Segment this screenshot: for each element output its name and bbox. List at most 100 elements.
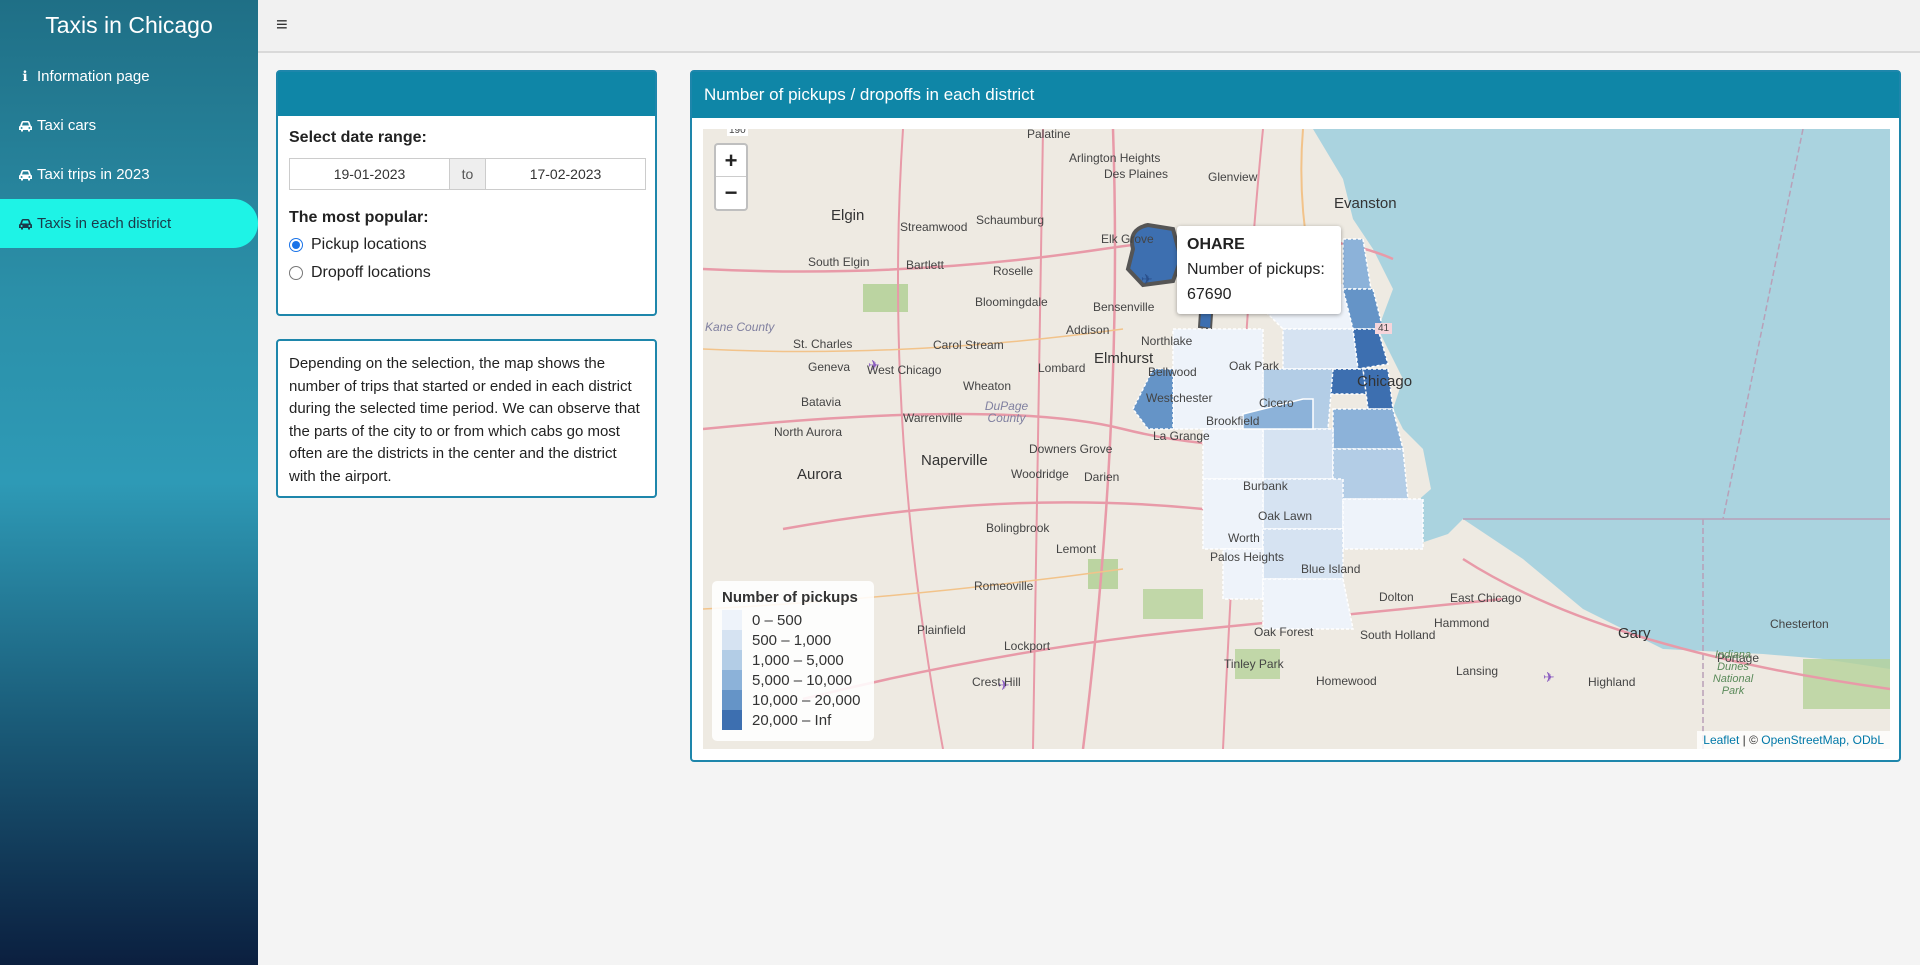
place-label: North Aurora bbox=[774, 425, 843, 439]
sidebar-item-label: Taxi trips in 2023 bbox=[37, 166, 150, 183]
map-attribution: Leaflet | © OpenStreetMap, ODbL bbox=[1697, 731, 1890, 749]
place-label: Oak Lawn bbox=[1258, 509, 1313, 523]
place-label: Westchester bbox=[1146, 391, 1213, 405]
place-label: Homewood bbox=[1316, 674, 1377, 688]
place-label: Palatine bbox=[1027, 129, 1071, 141]
legend-label: 10,000 – 20,000 bbox=[752, 691, 861, 709]
leaflet-link[interactable]: Leaflet bbox=[1703, 733, 1739, 747]
place-label: Dolton bbox=[1379, 590, 1414, 604]
legend-item: 10,000 – 20,000 bbox=[722, 690, 864, 710]
place-label: South Holland bbox=[1360, 628, 1436, 642]
place-label: Batavia bbox=[801, 395, 842, 409]
place-label: Oak Forest bbox=[1254, 625, 1314, 639]
radio-unchecked-icon[interactable] bbox=[289, 266, 303, 280]
place-label: Hammond bbox=[1434, 616, 1490, 630]
sidebar-item-information-page[interactable]: ℹ Information page bbox=[0, 52, 258, 101]
legend-label: 1,000 – 5,000 bbox=[752, 651, 844, 669]
date-end-input[interactable]: 17-02-2023 bbox=[485, 158, 646, 190]
sidebar-item-taxi-trips-2023[interactable]: Taxi trips in 2023 bbox=[0, 150, 258, 199]
legend-label: 500 – 1,000 bbox=[752, 631, 832, 649]
place-label: Kane County bbox=[705, 320, 775, 334]
legend-label: 5,000 – 10,000 bbox=[752, 671, 853, 689]
radio-checked-icon[interactable] bbox=[289, 238, 303, 252]
hamburger-menu-icon[interactable]: ≡ bbox=[276, 14, 288, 37]
place-label: La Grange bbox=[1153, 429, 1210, 443]
legend-swatch bbox=[722, 630, 742, 650]
place-label: Bartlett bbox=[906, 258, 945, 272]
pickup-locations-radio[interactable]: Pickup locations bbox=[289, 236, 427, 254]
place-label: Addison bbox=[1066, 323, 1110, 337]
place-label: Lockport bbox=[1004, 639, 1051, 653]
sidebar-item-taxi-cars[interactable]: Taxi cars bbox=[0, 101, 258, 150]
place-label: Tinley Park bbox=[1224, 657, 1284, 671]
leaflet-map[interactable]: ✈ ✈ ✈ ✈ Palatine Arlington Heights Glenv… bbox=[703, 129, 1890, 749]
highway-shield: 190 bbox=[727, 129, 748, 136]
place-label: Warrenville bbox=[903, 411, 963, 425]
place-label: Bellwood bbox=[1148, 365, 1197, 379]
place-label: Bensenville bbox=[1093, 300, 1155, 314]
place-label: Aurora bbox=[797, 466, 843, 483]
map-title: Number of pickups / dropoffs in each dis… bbox=[704, 85, 1035, 104]
airport-icon: ✈ bbox=[1141, 271, 1153, 287]
date-range-separator: to bbox=[450, 158, 485, 190]
date-start-input[interactable]: 19-01-2023 bbox=[289, 158, 450, 190]
date-range-input: 19-01-2023 to 17-02-2023 bbox=[289, 158, 646, 190]
place-label: Des Plaines bbox=[1104, 167, 1169, 181]
place-label: Indiana Dunes National Park bbox=[1712, 649, 1754, 697]
app-title[interactable]: Taxis in Chicago bbox=[0, 0, 258, 50]
sidebar-item-taxis-each-district[interactable]: Taxis in each district bbox=[0, 199, 258, 248]
place-label: Chicago bbox=[1357, 373, 1413, 390]
place-label: Arlington Heights bbox=[1069, 151, 1161, 165]
place-label: Lemont bbox=[1056, 542, 1097, 556]
place-label: Glenview bbox=[1208, 170, 1258, 184]
map-box-header: Number of pickups / dropoffs in each dis… bbox=[692, 72, 1899, 118]
place-label: Roselle bbox=[993, 264, 1034, 278]
place-label: Northlake bbox=[1141, 334, 1193, 348]
zoom-out-button[interactable]: − bbox=[716, 177, 746, 209]
place-label: Darien bbox=[1084, 470, 1120, 484]
controls-box: Select date range: 19-01-2023 to 17-02-2… bbox=[276, 70, 657, 316]
legend-label: 20,000 – Inf bbox=[752, 711, 832, 729]
map-legend: Number of pickups 0 – 500 500 – 1,000 1,… bbox=[712, 581, 874, 741]
airport-icon: ✈ bbox=[1543, 669, 1555, 685]
district-tooltip: OHARE Number of pickups: 67690 bbox=[1177, 226, 1341, 314]
tooltip-metric-value: 67690 bbox=[1187, 286, 1232, 303]
place-label: Gary bbox=[1618, 625, 1651, 642]
place-label: Bolingbrook bbox=[986, 521, 1050, 535]
sidebar-menu: ℹ Information page Taxi cars Taxi trips … bbox=[0, 52, 258, 248]
place-label: Chesterton bbox=[1770, 617, 1829, 631]
tooltip-metric-label: Number of pickups: bbox=[1187, 261, 1325, 278]
legend-item: 500 – 1,000 bbox=[722, 630, 864, 650]
zoom-in-button[interactable]: + bbox=[716, 145, 746, 177]
legend-swatch bbox=[722, 670, 742, 690]
legend-label: 0 – 500 bbox=[752, 611, 803, 629]
sidebar-item-label: Taxis in each district bbox=[37, 215, 172, 232]
place-label: Burbank bbox=[1243, 479, 1288, 493]
place-label: Downers Grove bbox=[1029, 442, 1113, 456]
place-label: Highland bbox=[1588, 675, 1636, 689]
description-box: Depending on the selection, the map show… bbox=[276, 339, 657, 498]
osm-link[interactable]: OpenStreetMap, ODbL bbox=[1761, 733, 1884, 747]
highway-shield: 41 bbox=[1375, 323, 1393, 334]
place-label: Naperville bbox=[921, 452, 988, 469]
place-label: West Chicago bbox=[867, 363, 942, 377]
sidebar-item-label: Information page bbox=[37, 68, 150, 85]
place-label: East Chicago bbox=[1450, 591, 1522, 605]
place-label: Elgin bbox=[831, 207, 865, 224]
place-label: St. Charles bbox=[793, 337, 853, 351]
most-popular-label: The most popular: bbox=[289, 209, 429, 226]
dropoff-locations-radio[interactable]: Dropoff locations bbox=[289, 264, 431, 282]
car-icon bbox=[17, 120, 33, 132]
legend-item: 20,000 – Inf bbox=[722, 710, 864, 730]
place-label: Bloomingdale bbox=[975, 295, 1048, 309]
park-area bbox=[863, 284, 908, 312]
legend-item: 1,000 – 5,000 bbox=[722, 650, 864, 670]
sidebar-item-label: Taxi cars bbox=[37, 117, 97, 134]
car-icon bbox=[17, 218, 33, 230]
place-label: Oak Park bbox=[1229, 359, 1280, 373]
legend-swatch bbox=[722, 650, 742, 670]
place-label: Romeoville bbox=[974, 579, 1034, 593]
place-label: Elk Grove bbox=[1101, 232, 1154, 246]
legend-swatch bbox=[722, 690, 742, 710]
place-label: South Elgin bbox=[808, 255, 870, 269]
